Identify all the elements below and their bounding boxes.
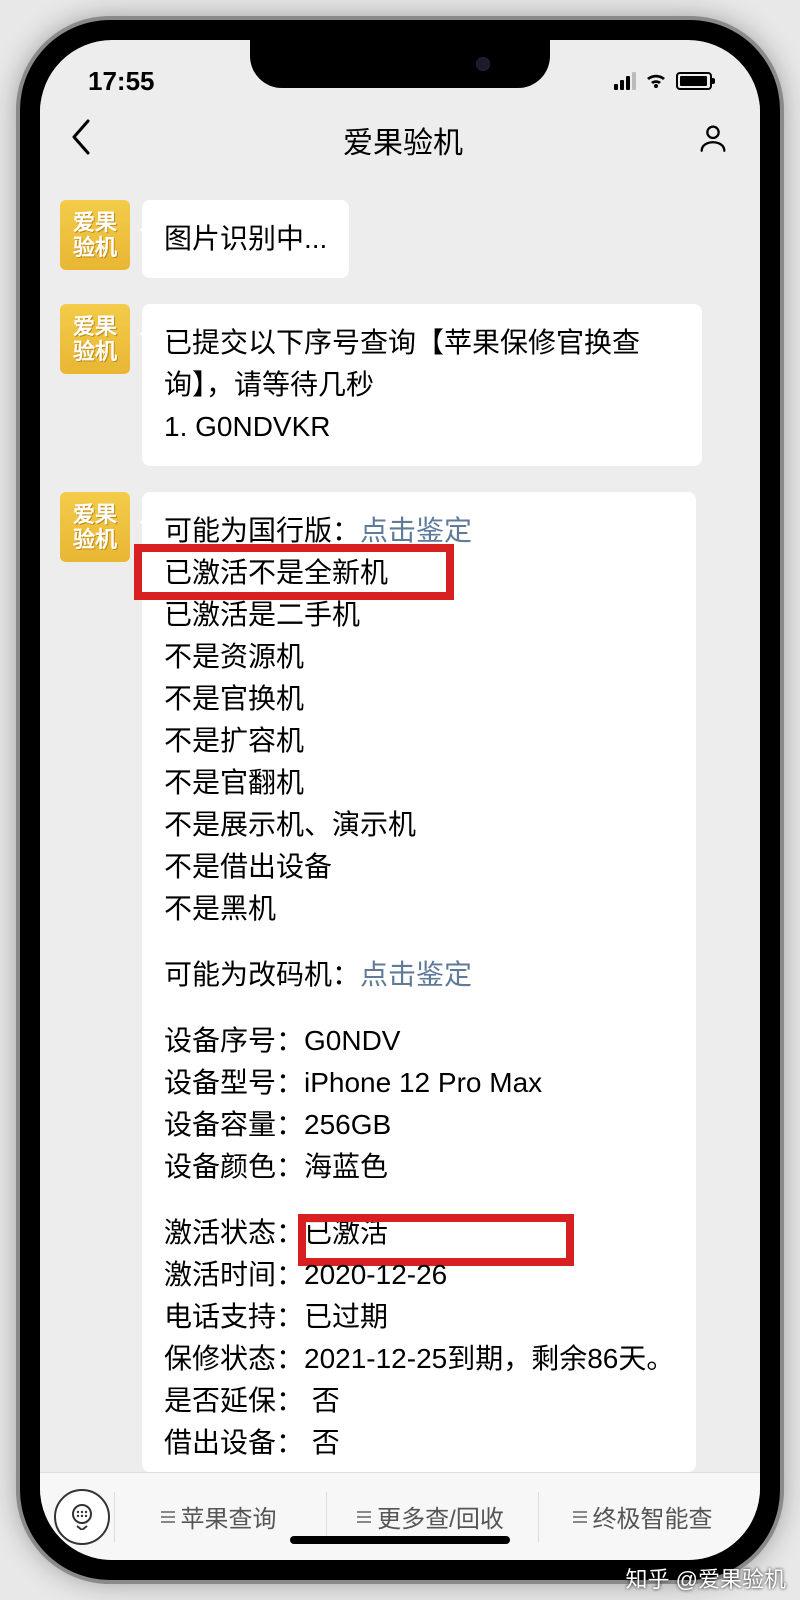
activation-time: 激活时间：2020-12-26 — [164, 1254, 674, 1296]
message-row: 爱果 验机 可能为国行版：点击鉴定 已激活不是全新机 已激活是二手机 不是资源机… — [60, 492, 740, 1472]
avatar[interactable]: 爱果 验机 — [60, 304, 130, 374]
device-serial: 设备序号：G0NDV — [164, 1020, 674, 1062]
activation-status: 激活状态：已激活 — [164, 1212, 674, 1254]
verify-link[interactable]: 点击鉴定 — [360, 515, 472, 546]
result-line: 不是黑机 — [164, 888, 674, 930]
wifi-icon — [644, 66, 668, 97]
result-line: 已激活不是全新机 — [164, 552, 674, 594]
loaner-device: 借出设备： 否 — [164, 1422, 674, 1464]
result-line: 可能为国行版：点击鉴定 — [164, 510, 674, 552]
avatar[interactable]: 爱果 验机 — [60, 492, 130, 562]
home-indicator[interactable] — [290, 1536, 510, 1544]
result-line: 不是借出设备 — [164, 846, 674, 888]
extended-warranty: 是否延保： 否 — [164, 1380, 674, 1422]
tab-smart-query[interactable]: 终极智能查 — [538, 1492, 746, 1542]
status-time: 17:55 — [88, 66, 155, 97]
warranty-status: 保修状态：2021-12-25到期，剩余86天。 — [164, 1338, 674, 1380]
result-line: 不是官翻机 — [164, 762, 674, 804]
device-capacity: 设备容量：256GB — [164, 1104, 674, 1146]
signal-icon — [614, 72, 636, 90]
phone-support: 电话支持：已过期 — [164, 1296, 674, 1338]
bottom-bar: 苹果查询 更多查/回收 终极智能查 — [40, 1472, 760, 1560]
status-icons — [614, 66, 712, 97]
profile-button[interactable] — [696, 121, 730, 160]
message-bubble[interactable]: 已提交以下序号查询【苹果保修官换查询】，请等待几秒 1. G0NDVKR — [142, 304, 702, 466]
phone-frame: 17:55 爱果验机 爱果 验机 图片识别中... — [20, 20, 780, 1580]
message-bubble[interactable]: 可能为国行版：点击鉴定 已激活不是全新机 已激活是二手机 不是资源机 不是官换机… — [142, 492, 696, 1472]
message-text: 图片识别中... — [164, 223, 327, 254]
watermark: 知乎 @爱果验机 — [626, 1562, 786, 1594]
result-line: 已激活是二手机 — [164, 594, 674, 636]
tab-more-query[interactable]: 更多查/回收 — [326, 1492, 534, 1542]
result-line: 不是扩容机 — [164, 720, 674, 762]
verify-link[interactable]: 点击鉴定 — [360, 959, 472, 990]
result-line: 不是资源机 — [164, 636, 674, 678]
result-line: 不是展示机、演示机 — [164, 804, 674, 846]
notch — [250, 40, 550, 88]
message-text: 1. G0NDVKR — [164, 406, 680, 448]
tab-apple-query[interactable]: 苹果查询 — [114, 1492, 322, 1542]
nav-bar: 爱果验机 — [40, 100, 760, 180]
device-model: 设备型号：iPhone 12 Pro Max — [164, 1062, 674, 1104]
screen: 17:55 爱果验机 爱果 验机 图片识别中... — [40, 40, 760, 1560]
message-text: 已提交以下序号查询【苹果保修官换查询】，请等待几秒 — [164, 322, 680, 406]
menu-icon — [573, 1511, 587, 1523]
menu-icon — [161, 1511, 175, 1523]
message-row: 爱果 验机 图片识别中... — [60, 200, 740, 278]
chat-area[interactable]: 爱果 验机 图片识别中... 爱果 验机 已提交以下序号查询【苹果保修官换查询】… — [40, 180, 760, 1472]
menu-icon — [357, 1511, 371, 1523]
message-bubble[interactable]: 图片识别中... — [142, 200, 349, 278]
battery-icon — [676, 72, 712, 90]
result-line: 可能为改码机：点击鉴定 — [164, 954, 674, 996]
message-row: 爱果 验机 已提交以下序号查询【苹果保修官换查询】，请等待几秒 1. G0NDV… — [60, 304, 740, 466]
avatar[interactable]: 爱果 验机 — [60, 200, 130, 270]
page-title: 爱果验机 — [343, 118, 463, 162]
back-button[interactable] — [70, 119, 110, 162]
result-line: 不是官换机 — [164, 678, 674, 720]
device-color: 设备颜色：海蓝色 — [164, 1146, 674, 1188]
keyboard-button[interactable] — [54, 1489, 110, 1545]
